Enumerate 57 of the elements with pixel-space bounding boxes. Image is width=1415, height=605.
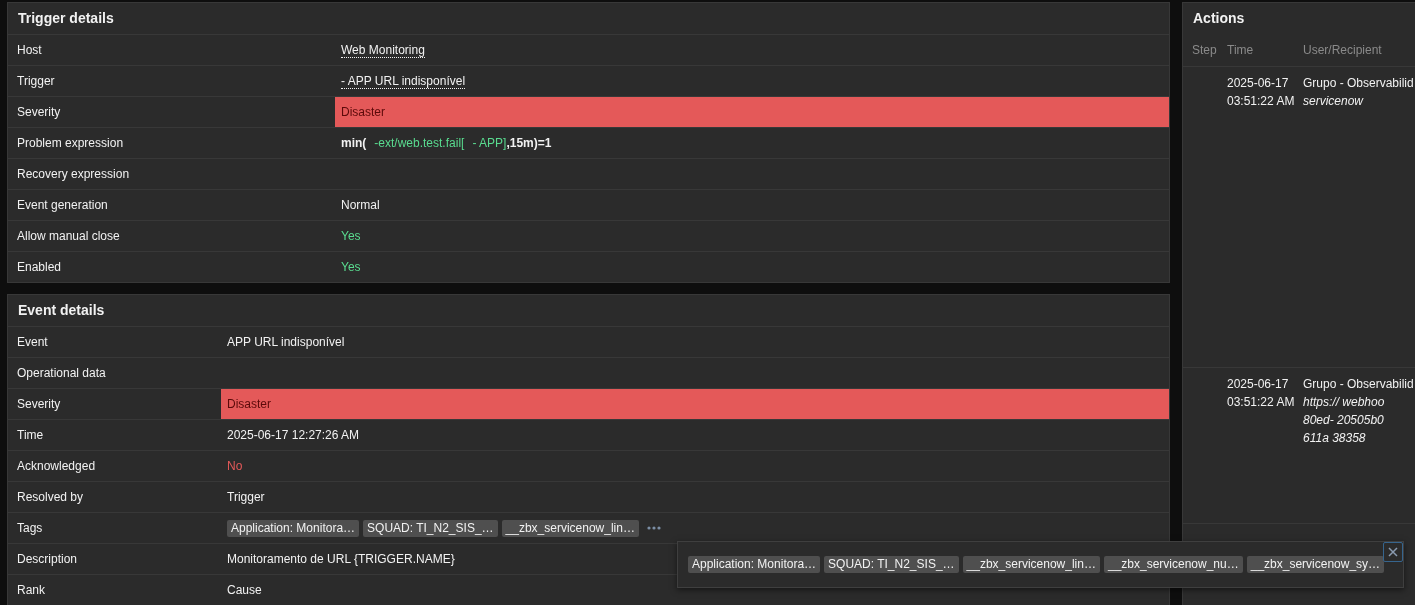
field-label: Acknowledged: [17, 459, 96, 473]
tag[interactable]: Application: Monitora…: [688, 556, 821, 573]
field-label: Time: [17, 428, 44, 442]
field-label: Allow manual close: [17, 229, 120, 243]
recipient-detail: servicenow: [1303, 93, 1364, 110]
field-label: Recovery expression: [17, 167, 130, 181]
close-icon: [1388, 547, 1398, 557]
field-label: Problem expression: [17, 136, 124, 150]
field-value: 2025-06-17 12:27:26 AM: [227, 428, 360, 442]
link[interactable]: - APP URL indisponível: [341, 73, 466, 89]
field-label: Host: [17, 43, 42, 57]
severity-cell: Disaster: [335, 97, 1169, 127]
tag[interactable]: SQUAD: TI_N2_SIS_…: [824, 556, 959, 573]
tag[interactable]: __zbx_servicenow_lin…: [962, 556, 1100, 573]
recipient-text: Grupo - Observabilid: [1303, 376, 1414, 393]
field-label: Severity: [17, 397, 61, 411]
recipient-detail: 80ed- 20505b0: [1303, 412, 1384, 429]
link[interactable]: Web Monitoring: [341, 42, 425, 58]
field-label: Trigger: [17, 74, 55, 88]
tag[interactable]: Application: Monitora…: [227, 519, 360, 537]
field-label: Event: [17, 335, 48, 349]
field-label: Enabled: [17, 260, 62, 274]
field-label: Rank: [17, 583, 45, 597]
tag[interactable]: __zbx_servicenow_sy…: [1246, 556, 1385, 573]
field-label: Tags: [17, 521, 43, 535]
field-label: Operational data: [17, 366, 106, 380]
panel-title: Actions: [1192, 9, 1246, 28]
field-value: Cause: [227, 583, 262, 597]
severity-cell: Disaster: [221, 389, 1169, 419]
close-button[interactable]: [1383, 542, 1403, 562]
tag[interactable]: SQUAD: TI_N2_SIS_…: [363, 519, 498, 537]
recipient-text: Grupo - Observabilid: [1303, 75, 1414, 92]
field-label: Event generation: [17, 198, 108, 212]
field-value: Monitoramento de URL {TRIGGER.NAME}: [227, 552, 455, 566]
tag[interactable]: __zbx_servicenow_nu…: [1103, 556, 1243, 573]
column-header: Time: [1227, 43, 1254, 57]
tag[interactable]: __zbx_servicenow_lin…: [501, 519, 639, 537]
column-header: Step: [1192, 43, 1217, 57]
field-value: Trigger: [227, 490, 265, 504]
panel-title: Trigger details: [17, 9, 115, 28]
time-text: 03:51:22 AM: [1227, 93, 1295, 110]
status-text: No: [227, 459, 243, 473]
field-value: Normal: [341, 198, 380, 212]
field-label: Severity: [17, 105, 61, 119]
date-text: 2025-06-17: [1227, 376, 1289, 393]
field-label: Resolved by: [17, 490, 84, 504]
column-header: User/Recipient: [1303, 43, 1382, 57]
time-text: 03:51:22 AM: [1227, 394, 1295, 411]
date-text: 2025-06-17: [1227, 75, 1289, 92]
status-text: Yes: [341, 229, 361, 243]
panel-title: Event details: [17, 301, 106, 320]
field-label: Description: [17, 552, 78, 566]
field-value: APP URL indisponível: [227, 335, 345, 349]
recipient-detail: 611a 38358: [1303, 430, 1366, 447]
recipient-detail: https:// webhoo: [1303, 394, 1385, 411]
status-text: Yes: [341, 260, 361, 274]
expression-text: min( -ext/web.test.fail[ - APP],15m)=1: [341, 136, 552, 150]
